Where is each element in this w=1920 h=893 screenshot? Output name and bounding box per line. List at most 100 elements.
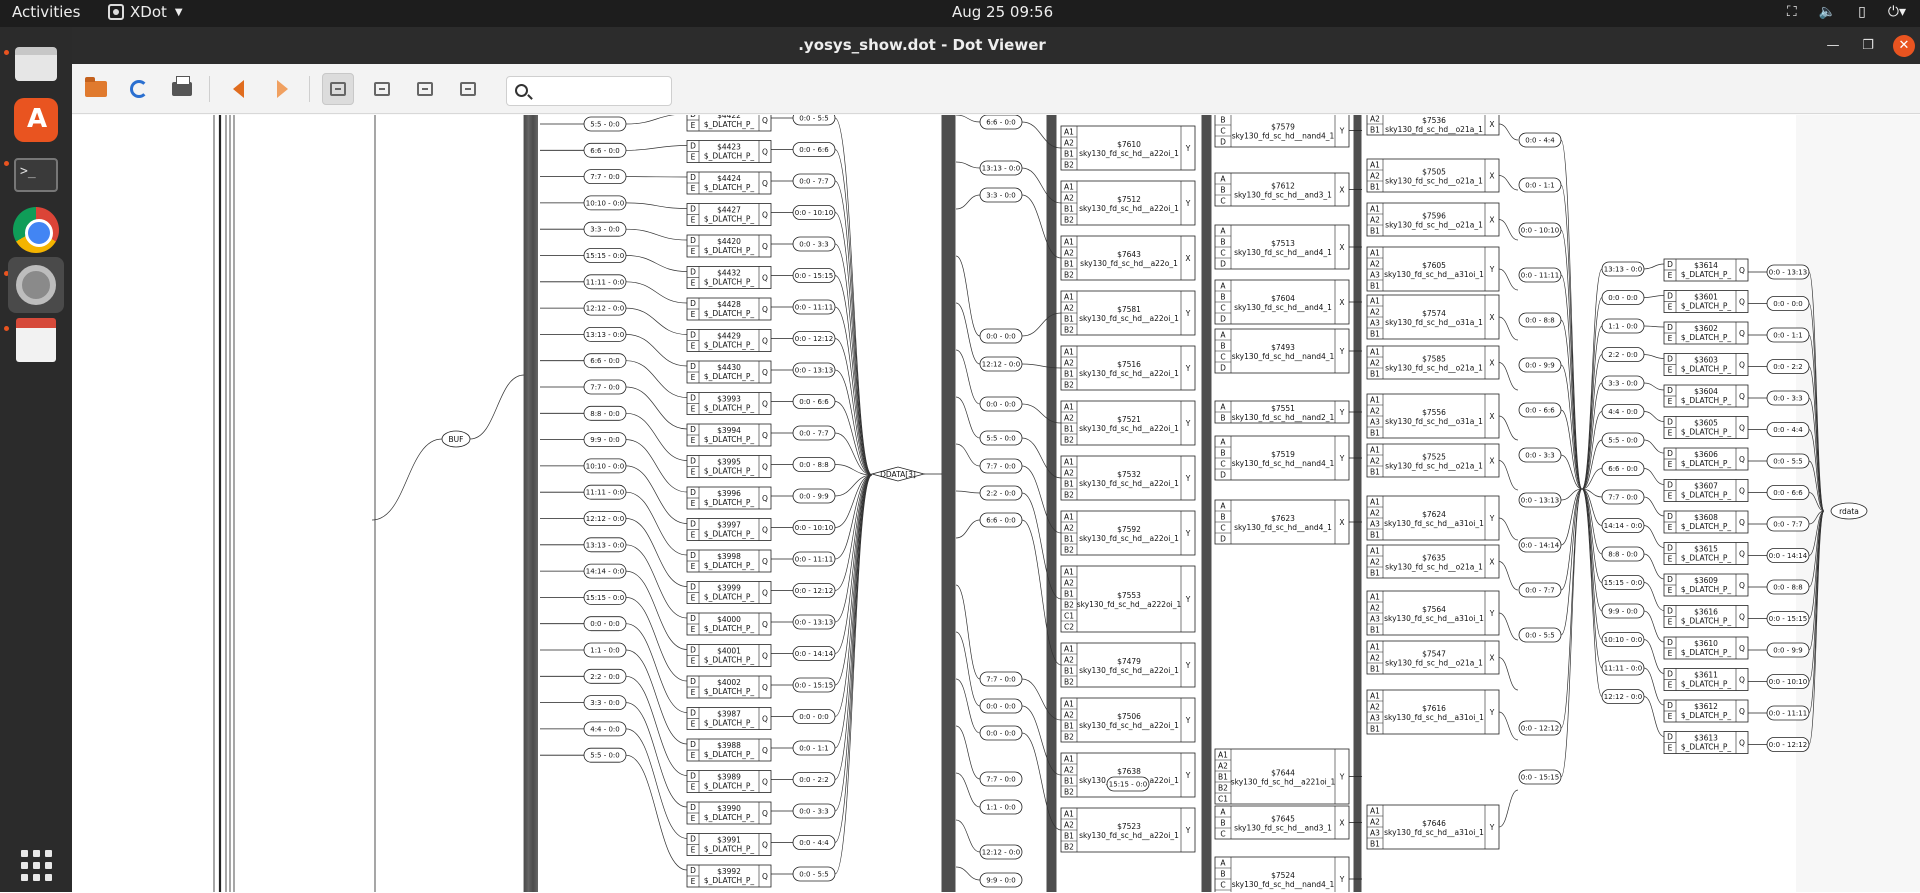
latch-b-1-pin-e: E — [1668, 303, 1673, 312]
clock[interactable]: Aug 25 09:56 — [952, 3, 1053, 21]
latch-a-12-pin-e: E — [691, 499, 696, 508]
latch-b-15-pin-d: D — [1667, 733, 1673, 742]
cell-a-10-out: Y — [1185, 716, 1191, 725]
latch-a-23-pin-q: Q — [762, 841, 768, 850]
latch-b-11-type: $_DLATCH_P_ — [1681, 617, 1731, 626]
volume-icon[interactable]: 🔈 — [1819, 4, 1836, 20]
wire — [1499, 461, 1518, 491]
app-menu[interactable]: XDot ▼ — [108, 3, 183, 21]
latch-b-14-pin-e: E — [1668, 712, 1673, 721]
wire — [956, 444, 980, 466]
dock-document-viewer[interactable] — [8, 312, 64, 368]
latch-a-7-id: $4429 — [717, 332, 741, 341]
battery-icon[interactable]: ▯ — [1858, 4, 1866, 20]
zoom-in-button[interactable] — [322, 73, 354, 105]
wire — [1809, 511, 1824, 682]
forward-button[interactable] — [266, 73, 298, 105]
cell-a-11-pin: B1 — [1064, 777, 1074, 786]
cell-c-9-pin: B1 — [1370, 569, 1380, 578]
cell-a-0-pin: A1 — [1064, 128, 1074, 137]
cell-c-6-out: X — [1489, 412, 1494, 421]
slice-e-14-label: 11:11 - 0:0 — [1604, 665, 1642, 673]
power-icon[interactable]: ⏻▾ — [1888, 4, 1906, 20]
cell-c-0-pin: A2 — [1370, 115, 1380, 124]
reload-button[interactable] — [123, 73, 155, 105]
wire — [956, 773, 980, 807]
dock-show-applications[interactable] — [8, 837, 64, 893]
activities-button[interactable]: Activities — [12, 3, 80, 21]
wire — [835, 475, 872, 780]
slice-e-9-label: 14:14 - 0:0 — [1604, 522, 1642, 530]
cell-c-11-pin: A1 — [1370, 643, 1380, 652]
cell-b-9-type: sky130_fd_sc_hd__and3_1 — [1234, 824, 1332, 833]
xdot-app-icon — [108, 4, 124, 20]
slice-15-label: 15:15 - 0:0 — [1109, 781, 1147, 789]
netlist-graph[interactable]: BUF5:5 - 0:06:6 - 0:07:7 - 0:010:10 - 0:… — [72, 115, 1920, 892]
minimize-icon[interactable]: — — [1822, 35, 1844, 57]
latch-b-0-pin-q: Q — [1739, 266, 1745, 275]
cell-a-9-type: sky130_fd_sc_hd__a22oi_1 — [1079, 666, 1179, 675]
cell-c-7-id: $7525 — [1422, 453, 1446, 462]
latch-a-19-pin-d: D — [690, 709, 696, 718]
wire — [956, 820, 980, 852]
slice-d-4-label: 0:0 - 8:8 — [1525, 317, 1555, 325]
zoom-fit-button[interactable] — [409, 73, 441, 105]
cell-a-6-id: $7532 — [1117, 470, 1141, 479]
search-input[interactable] — [535, 81, 665, 101]
slice-a-8-label: 13:13 - 0:0 — [586, 331, 624, 339]
dock-settings[interactable] — [8, 257, 64, 313]
cell-b-2-pin: D — [1220, 260, 1226, 269]
slice-f-6-label: 0:0 - 5:5 — [1773, 458, 1803, 466]
latch-b-8-type: $_DLATCH_P_ — [1681, 522, 1731, 531]
network-icon[interactable]: ⛶ — [1787, 4, 1797, 20]
zoom-out-button[interactable] — [366, 73, 398, 105]
cell-b-7-pin: C — [1220, 524, 1225, 533]
cell-a-11-pin: A2 — [1064, 766, 1074, 775]
dock-terminal[interactable]: >_ — [8, 147, 64, 203]
cell-c-1-id: $7505 — [1422, 168, 1446, 177]
window-titlebar[interactable]: .yosys_show.dot - Dot Viewer — ❐ ✕ — [72, 27, 1920, 64]
wire — [626, 492, 687, 555]
cell-c-3-id: $7605 — [1422, 261, 1446, 270]
cell-c-5-pin: B1 — [1370, 370, 1380, 379]
latch-a-18-pin-d: D — [690, 677, 696, 686]
cell-c-9-type: sky130_fd_sc_hd__o21a_1 — [1385, 563, 1483, 572]
open-icon — [85, 81, 107, 97]
dock-chrome[interactable] — [8, 202, 64, 258]
cell-c-8-id: $7624 — [1422, 510, 1446, 519]
cell-c-1-type: sky130_fd_sc_hd__o21a_1 — [1385, 177, 1483, 186]
print-button[interactable] — [166, 73, 198, 105]
system-tray[interactable]: ⛶ 🔈 ▯ ⏻▾ — [1787, 4, 1906, 20]
zoom-100-button[interactable] — [452, 73, 484, 105]
latch-a-3-pin-d: D — [690, 205, 696, 214]
latch-b-2-id: $3602 — [1694, 324, 1718, 333]
cell-a-5-id: $7521 — [1117, 415, 1141, 424]
cell-a-7-pin: A1 — [1064, 513, 1074, 522]
latch-a-20-pin-q: Q — [762, 746, 768, 755]
latch-b-9-pin-e: E — [1668, 555, 1673, 564]
wire — [1644, 469, 1664, 485]
toolbar-separator — [209, 76, 210, 102]
open-button[interactable] — [80, 73, 112, 105]
slice-e-8-label: 7:7 - 0:0 — [1608, 494, 1638, 502]
latch-b-0-pin-d: D — [1667, 260, 1673, 269]
graph-canvas[interactable]: BUF5:5 - 0:06:6 - 0:07:7 - 0:010:10 - 0:… — [72, 115, 1920, 892]
cell-c-11-out: X — [1489, 654, 1494, 663]
dock-files[interactable] — [8, 36, 64, 92]
search-box[interactable] — [506, 76, 672, 106]
maximize-icon[interactable]: ❐ — [1857, 35, 1879, 57]
cell-b-6-pin: A — [1220, 438, 1226, 447]
slice-d-11-label: 0:0 - 5:5 — [1525, 632, 1555, 640]
slice-f-0-label: 0:0 - 13:13 — [1769, 269, 1807, 277]
dock-software-store[interactable] — [8, 92, 64, 148]
close-icon[interactable]: ✕ — [1893, 35, 1915, 57]
back-button[interactable] — [222, 73, 254, 105]
cell-b-5-pin: A — [1220, 403, 1226, 412]
cell-a-6-pin: A2 — [1064, 469, 1074, 478]
slice-a-2-label: 7:7 - 0:0 — [590, 173, 620, 181]
slice-d-1-label: 0:0 - 1:1 — [1525, 182, 1555, 190]
cell-a-4-out: Y — [1185, 364, 1191, 373]
latch-a-23-type: $_DLATCH_P_ — [704, 845, 754, 854]
cell-a-7-out: Y — [1185, 529, 1191, 538]
wire — [956, 397, 980, 438]
